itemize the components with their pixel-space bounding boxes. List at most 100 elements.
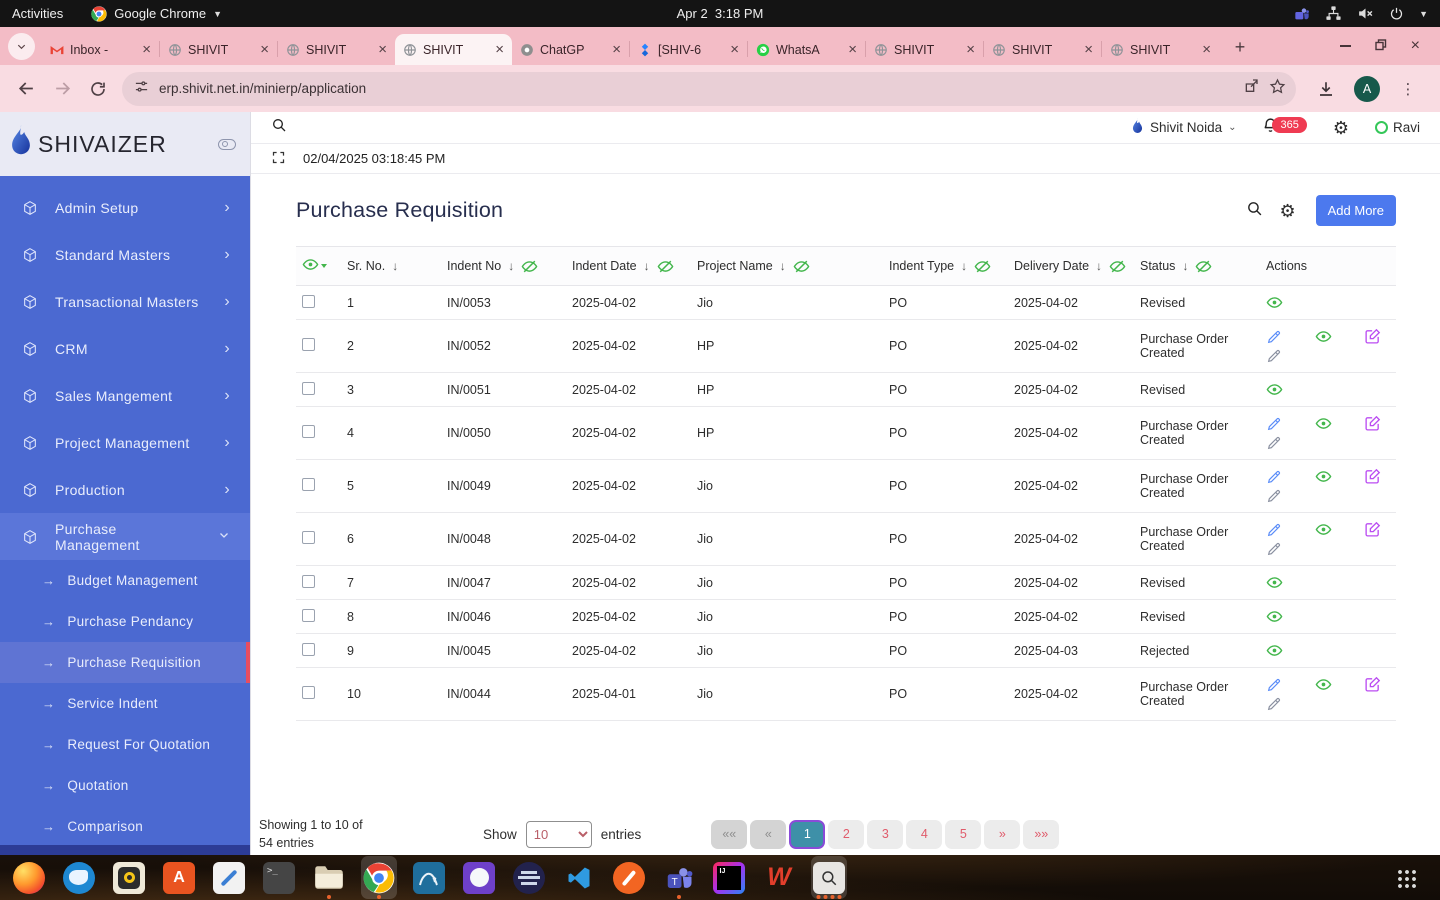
restore-icon[interactable] [1374,38,1387,54]
eye-slash-icon[interactable] [974,258,991,275]
view-eye-icon[interactable] [1315,676,1333,693]
dock-eclipse[interactable] [504,855,554,900]
eye-slash-icon[interactable] [793,258,810,275]
clock[interactable]: Apr 2 3:18 PM [677,6,764,21]
sort-icon[interactable]: ↓ [1096,259,1102,273]
view-eye-icon[interactable] [1315,415,1333,432]
browser-tab[interactable]: ChatGP × [512,34,629,65]
notifications-button[interactable]: 365 [1262,116,1307,139]
edit-pencil-icon[interactable] [1266,677,1284,693]
revise-pencil-icon[interactable] [1266,541,1284,557]
view-eye-icon[interactable] [1315,468,1333,485]
dock-firefox[interactable] [4,855,54,900]
column-visibility-toggle[interactable] [302,256,327,273]
sort-icon[interactable]: ↓ [1182,259,1188,273]
teams-icon[interactable] [1294,6,1310,22]
browser-tab[interactable]: SHIVIT × [866,34,983,65]
sidebar-subitem[interactable]: → Purchase Pendancy [0,601,250,642]
tab-close-icon[interactable]: × [142,42,151,57]
edit-square-icon[interactable] [1364,676,1382,693]
tab-close-icon[interactable]: × [730,42,739,57]
dock-screenshot-tool[interactable] [804,855,854,900]
activities-button[interactable]: Activities [12,6,63,21]
browser-tab[interactable]: [SHIV-6 × [630,34,747,65]
revise-pencil-icon[interactable] [1266,696,1284,712]
dock-text-editor[interactable] [204,855,254,900]
sidebar-item[interactable]: Purchase Management [0,513,250,560]
view-eye-icon[interactable] [1266,574,1284,591]
sidebar-item[interactable]: CRM › [0,325,250,372]
app-grid-button[interactable] [1380,855,1430,900]
sidebar-item[interactable]: Sales Mangement › [0,372,250,419]
edit-square-icon[interactable] [1364,468,1382,485]
revise-pencil-icon[interactable] [1266,348,1284,364]
edit-square-icon[interactable] [1364,415,1382,432]
reload-button[interactable] [83,74,113,104]
browser-tab[interactable]: WhatsA × [748,34,865,65]
row-checkbox[interactable] [302,294,315,308]
sort-icon[interactable]: ↓ [508,259,514,273]
sidebar-subitem[interactable]: → Budget Management [0,560,250,601]
table-settings-icon[interactable]: ⚙ [1279,202,1295,220]
tab-close-icon[interactable]: × [1084,42,1093,57]
bookmark-star-icon[interactable] [1269,77,1286,100]
view-eye-icon[interactable] [1266,381,1284,398]
row-checkbox[interactable] [302,686,315,699]
pagination-button[interactable]: 2 [828,819,865,849]
dock-ubuntu-software[interactable]: A [154,855,204,900]
sidebar-item[interactable]: Project Management › [0,419,250,466]
close-window-icon[interactable]: × [1411,37,1420,55]
view-eye-icon[interactable] [1315,521,1333,538]
tab-close-icon[interactable]: × [966,42,975,57]
sort-icon[interactable]: ↓ [644,259,650,273]
dock-intellij-idea[interactable]: IJ [704,855,754,900]
sidebar-subitem[interactable]: → Comparison [0,806,250,845]
forward-button[interactable] [47,74,77,104]
pagination-button[interactable]: » [984,819,1021,849]
dock-rhythmbox[interactable] [104,855,154,900]
fullscreen-icon[interactable] [271,150,286,168]
pagination-button[interactable]: « [750,819,787,849]
profile-avatar[interactable]: A [1354,75,1380,102]
dock-github-desktop[interactable] [454,855,504,900]
eye-slash-icon[interactable] [521,258,538,275]
tab-close-icon[interactable]: × [260,42,269,57]
dock-wps-office[interactable]: W [754,855,804,900]
browser-tab[interactable]: SHIVIT × [395,34,512,65]
row-checkbox[interactable] [302,574,315,588]
back-button[interactable] [11,74,41,104]
minimize-icon[interactable] [1339,45,1351,47]
browser-tab[interactable]: SHIVIT × [984,34,1101,65]
pagination-button[interactable]: «« [711,819,748,849]
row-checkbox[interactable] [302,381,315,395]
system-tray[interactable]: ▼ [1294,5,1428,22]
sidebar-toggle[interactable] [218,138,236,150]
row-checkbox[interactable] [302,608,315,622]
eye-slash-icon[interactable] [657,258,674,275]
share-icon[interactable] [1243,78,1259,99]
download-icon[interactable] [1311,74,1341,104]
new-tab-button[interactable]: + [1227,34,1253,60]
tab-search-button[interactable] [8,33,35,60]
dock-vscode[interactable] [554,855,604,900]
edit-pencil-icon[interactable] [1266,416,1284,432]
sort-icon[interactable]: ↓ [961,259,967,273]
dock-pencil-app[interactable] [604,855,654,900]
tab-close-icon[interactable]: × [1202,42,1211,57]
sidebar-subitem[interactable]: → Quotation [0,765,250,806]
row-checkbox[interactable] [302,478,315,491]
view-eye-icon[interactable] [1315,328,1333,345]
url-text[interactable]: erp.shivit.net.in/minierp/application [159,81,1233,96]
browser-tab[interactable]: Inbox - × [42,34,159,65]
tab-close-icon[interactable]: × [612,42,621,57]
revise-pencil-icon[interactable] [1266,435,1284,451]
edit-pencil-icon[interactable] [1266,329,1284,345]
edit-square-icon[interactable] [1364,521,1382,538]
edit-pencil-icon[interactable] [1266,469,1284,485]
tab-close-icon[interactable]: × [495,42,504,57]
eye-slash-icon[interactable] [1195,258,1212,275]
sidebar-item[interactable]: Admin Setup › [0,184,250,231]
tab-close-icon[interactable]: × [378,42,387,57]
edit-pencil-icon[interactable] [1266,522,1284,538]
company-selector[interactable]: Shivit Noida ⌄ [1131,117,1236,138]
